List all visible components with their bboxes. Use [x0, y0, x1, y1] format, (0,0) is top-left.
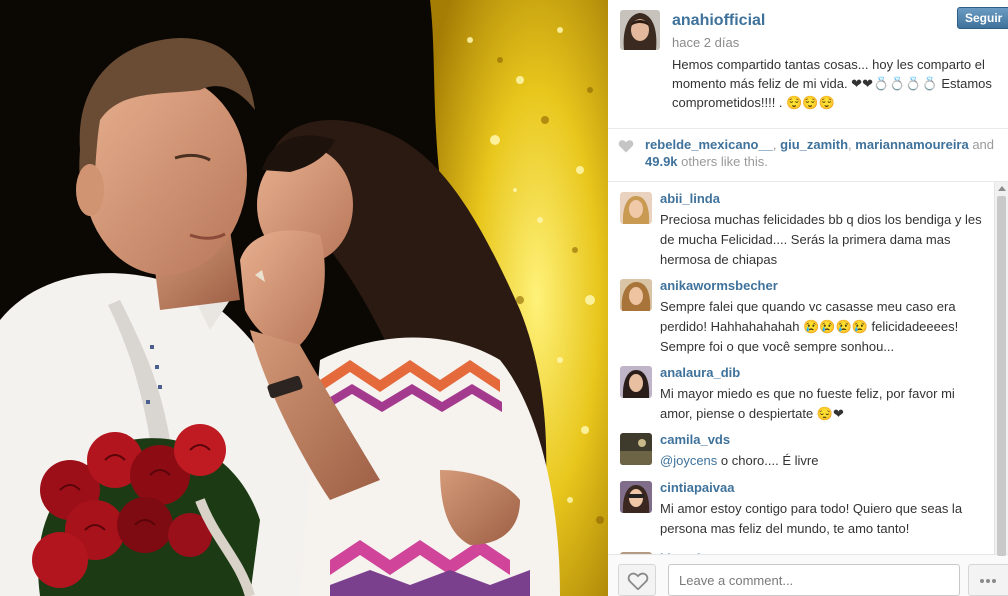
liker-link[interactable]: mariannamoureira — [855, 137, 968, 152]
post-details-panel: anahiofficial hace 2 días Seguir Hemos c… — [608, 0, 1008, 596]
post-photo[interactable] — [0, 0, 608, 596]
scroll-up-arrow-icon[interactable] — [998, 186, 1006, 191]
commenter-avatar[interactable] — [620, 366, 652, 398]
engagement-photo — [0, 0, 608, 596]
commenter-avatar-image — [620, 192, 652, 224]
heart-icon — [627, 572, 649, 590]
likes-text: rebelde_mexicano__, giu_zamith, marianna… — [645, 136, 1005, 170]
liker-link[interactable]: giu_zamith — [780, 137, 848, 152]
comment-username[interactable]: cintiapaivaa — [660, 480, 734, 495]
comment-username[interactable]: abii_linda — [660, 191, 720, 206]
post-timestamp: hace 2 días — [672, 35, 740, 50]
owner-avatar[interactable] — [620, 10, 660, 50]
comment-footer — [608, 554, 1008, 596]
scrollbar-thumb[interactable] — [997, 196, 1006, 556]
likes-and: and — [968, 137, 995, 152]
comments-list[interactable]: abii_linda Preciosa muchas felicidades b… — [608, 182, 1000, 554]
likes-suffix: others like this. — [677, 154, 768, 169]
post-header: anahiofficial hace 2 días Seguir Hemos c… — [608, 0, 1008, 128]
comment-text: @joycens o choro.... É livre — [660, 451, 990, 471]
commenter-avatar[interactable] — [620, 433, 652, 465]
post-caption: Hemos compartido tantas cosas... hoy les… — [672, 57, 992, 110]
comment-text: Preciosa muchas felicidades bb q dios lo… — [660, 212, 982, 267]
more-options-button[interactable] — [968, 564, 1008, 596]
comment-mention[interactable]: @joycens — [660, 453, 717, 468]
comment-username[interactable]: camila_vds — [660, 432, 730, 447]
likes-section: rebelde_mexicano__, giu_zamith, marianna… — [608, 128, 1008, 182]
commenter-avatar[interactable] — [620, 192, 652, 224]
comment-text: Sempre falei que quando vc casasse meu c… — [660, 299, 959, 354]
likes-count[interactable]: 49.9k — [645, 154, 678, 169]
ellipsis-icon — [980, 579, 984, 583]
comments-scrollbar[interactable] — [994, 182, 1008, 556]
comment-input[interactable] — [668, 564, 960, 596]
commenter-avatar-image — [620, 279, 652, 311]
commenter-avatar[interactable] — [620, 481, 652, 513]
like-button[interactable] — [618, 564, 656, 596]
comment-username[interactable]: analaura_dib — [660, 365, 740, 380]
comment-text-body: o choro.... É livre — [717, 453, 819, 468]
comment-username[interactable]: anikawormsbecher — [660, 278, 778, 293]
follow-button[interactable]: Seguir — [957, 7, 1008, 29]
comment-text: Mi amor estoy contigo para todo! Quiero … — [660, 501, 963, 536]
owner-username[interactable]: anahiofficial — [672, 12, 765, 30]
commenter-avatar[interactable] — [620, 279, 652, 311]
commenter-avatar-image — [620, 433, 652, 465]
heart-icon — [618, 140, 634, 153]
owner-avatar-image — [620, 10, 660, 50]
liker-link[interactable]: rebelde_mexicano__ — [645, 137, 773, 152]
commenter-avatar-image — [620, 366, 652, 398]
comment-text: Mi mayor miedo es que no fueste feliz, p… — [660, 386, 955, 421]
commenter-avatar-image — [620, 481, 652, 513]
